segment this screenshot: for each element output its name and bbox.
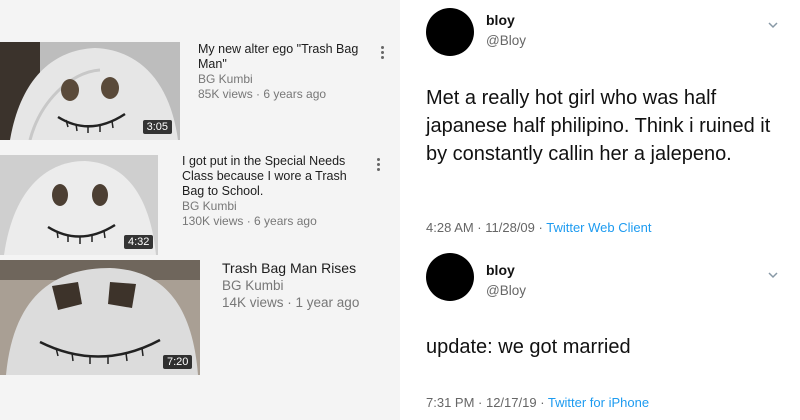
video-item[interactable]: 7:20 Trash Bag Man Rises BG Kumbi 14K vi… [0, 255, 400, 420]
kebab-menu-icon[interactable] [381, 46, 385, 61]
tweet[interactable]: bloy @Bloy update: we got married 7:31 P… [410, 245, 800, 420]
video-meta: My new alter ego "Trash Bag Man" BG Kumb… [198, 42, 368, 102]
tweet-panel: bloy @Bloy Met a really hot girl who was… [410, 0, 800, 420]
tweet-source[interactable]: Twitter for iPhone [548, 395, 649, 410]
video-thumbnail[interactable]: 4:32 [0, 155, 158, 255]
tweet-author-handle[interactable]: @Bloy [486, 33, 526, 48]
tweet-author-handle[interactable]: @Bloy [486, 283, 526, 298]
video-item[interactable]: 3:05 My new alter ego "Trash Bag Man" BG… [0, 0, 400, 150]
video-title[interactable]: My new alter ego "Trash Bag Man" [198, 42, 368, 72]
video-channel[interactable]: BG Kumbi [198, 72, 368, 87]
video-item[interactable]: 4:32 I got put in the Special Needs Clas… [0, 150, 400, 255]
video-title[interactable]: Trash Bag Man Rises [222, 260, 394, 277]
kebab-menu-icon[interactable] [377, 158, 381, 173]
avatar[interactable] [426, 8, 474, 56]
stats-separator: · [283, 295, 296, 310]
meta-separator: · [536, 395, 548, 410]
video-channel[interactable]: BG Kumbi [222, 277, 394, 294]
panel-divider [400, 0, 410, 420]
video-age: 6 years ago [254, 214, 317, 228]
tweet-timestamp[interactable]: 7:31 PM · 12/17/19 [426, 395, 537, 410]
meta-separator: · [534, 220, 547, 235]
chevron-down-icon[interactable] [768, 270, 778, 280]
video-meta: I got put in the Special Needs Class bec… [182, 154, 364, 229]
video-channel[interactable]: BG Kumbi [182, 199, 364, 214]
video-title[interactable]: I got put in the Special Needs Class bec… [182, 154, 364, 199]
video-thumbnail[interactable]: 3:05 [0, 42, 180, 140]
video-views: 85K views [198, 87, 253, 101]
tweet-author-name[interactable]: bloy [486, 12, 515, 28]
video-views: 130K views [182, 214, 244, 228]
video-duration: 3:05 [142, 120, 172, 134]
video-stats: 14K views · 1 year ago [222, 294, 394, 311]
video-views: 14K views [222, 295, 284, 310]
tweet[interactable]: bloy @Bloy Met a really hot girl who was… [410, 0, 800, 245]
tweet-timestamp[interactable]: 4:28 AM · 11/28/09 [426, 220, 535, 235]
stats-separator: · [243, 214, 255, 228]
avatar[interactable] [426, 253, 474, 301]
video-duration: 4:32 [124, 235, 154, 249]
tweet-meta: 4:28 AM · 11/28/09 · Twitter Web Client [426, 220, 651, 235]
video-duration: 7:20 [163, 355, 193, 369]
tweet-meta: 7:31 PM · 12/17/19 · Twitter for iPhone [426, 395, 649, 410]
tweet-author-name[interactable]: bloy [486, 262, 515, 278]
video-meta: Trash Bag Man Rises BG Kumbi 14K views ·… [222, 260, 394, 311]
video-stats: 85K views · 6 years ago [198, 87, 368, 102]
video-age: 6 years ago [263, 87, 327, 101]
video-list-panel: 3:05 My new alter ego "Trash Bag Man" BG… [0, 0, 400, 420]
tweet-source[interactable]: Twitter Web Client [546, 220, 651, 235]
tweet-text: Met a really hot girl who was half japan… [426, 87, 771, 165]
video-age: 1 year ago [295, 295, 360, 310]
video-thumbnail[interactable]: 7:20 [0, 260, 200, 375]
stats-separator: · [252, 87, 264, 101]
tweet-text: update: we got married [426, 336, 631, 358]
video-stats: 130K views · 6 years ago [182, 214, 364, 229]
chevron-down-icon[interactable] [768, 20, 778, 30]
